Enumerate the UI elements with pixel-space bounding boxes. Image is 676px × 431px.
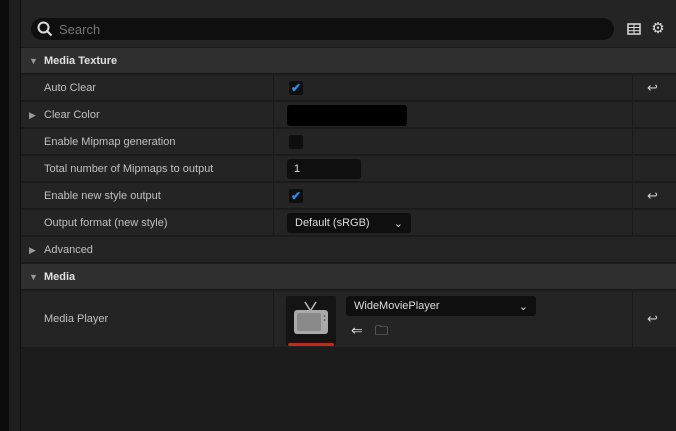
total-mipmaps-input[interactable]: 1 (287, 159, 361, 179)
output-format-dropdown[interactable]: Default (sRGB) ⌄ (287, 213, 411, 233)
advanced-label: Advanced (44, 244, 93, 256)
left-edge (0, 0, 9, 431)
panel-splitter[interactable] (9, 0, 21, 431)
expand-arrow-icon[interactable]: ▶ (29, 245, 36, 256)
property-label: Media Player (44, 313, 109, 325)
enable-mipmap-checkbox[interactable] (289, 135, 303, 149)
property-enable-mipmap: Enable Mipmap generation (21, 129, 676, 155)
property-auto-clear: Auto Clear ✔ ↩ (21, 75, 676, 101)
property-label: Enable new style output (44, 190, 161, 202)
property-label: Clear Color (44, 109, 100, 121)
category-media-texture[interactable]: ▼ Media Texture (21, 48, 676, 74)
details-panel: ⚙ ▼ Media Texture Auto Clear ✔ ↩ ▶ Clear … (21, 0, 676, 431)
search-icon (37, 21, 53, 37)
media-player-dropdown[interactable]: WideMoviePlayer ⌄ (346, 296, 536, 316)
property-label: Auto Clear (44, 82, 96, 94)
property-advanced[interactable]: ▶ Advanced (21, 237, 676, 263)
search-box[interactable] (31, 18, 614, 40)
enable-new-style-checkbox[interactable]: ✔ (289, 189, 303, 203)
browse-to-asset-icon[interactable]: 🗀 (375, 322, 388, 344)
collapse-arrow-icon: ▼ (29, 56, 38, 66)
asset-thumbnail[interactable] (286, 296, 336, 346)
auto-clear-checkbox[interactable]: ✔ (289, 81, 303, 95)
dropdown-value: Default (sRGB) (295, 217, 370, 229)
property-enable-new-style: Enable new style output ✔ ↩ (21, 183, 676, 209)
property-label: Enable Mipmap generation (44, 136, 176, 148)
search-input[interactable] (59, 21, 559, 37)
tv-icon (294, 301, 328, 334)
chevron-down-icon: ⌄ (518, 301, 528, 313)
clear-color-swatch[interactable] (287, 105, 407, 126)
expand-arrow-icon[interactable]: ▶ (29, 110, 36, 121)
category-title: Media (44, 271, 76, 283)
use-selected-asset-icon[interactable]: ⇐ (351, 322, 363, 339)
toolbar: ⚙ (21, 0, 676, 47)
property-label: Output format (new style) (44, 217, 168, 229)
property-media-player: Media Player WideMoviePlayer ⌄ ⇐ 🗀 ↩ (21, 291, 676, 348)
category-title: Media Texture (44, 55, 118, 67)
dropdown-value: WideMoviePlayer (354, 300, 440, 312)
property-clear-color: ▶ Clear Color (21, 102, 676, 128)
reset-to-default-icon[interactable]: ↩ (647, 80, 658, 96)
table-view-icon[interactable] (626, 21, 642, 37)
property-label: Total number of Mipmaps to output (44, 163, 214, 175)
asset-type-underline (288, 343, 334, 346)
gear-icon[interactable]: ⚙ (650, 21, 666, 37)
category-media[interactable]: ▼ Media (21, 264, 676, 290)
reset-to-default-icon[interactable]: ↩ (647, 188, 658, 204)
reset-to-default-icon[interactable]: ↩ (647, 311, 658, 327)
property-total-mipmaps: Total number of Mipmaps to output 1 (21, 156, 676, 182)
chevron-down-icon: ⌄ (393, 218, 403, 230)
property-output-format: Output format (new style) Default (sRGB)… (21, 210, 676, 236)
collapse-arrow-icon: ▼ (29, 272, 38, 282)
